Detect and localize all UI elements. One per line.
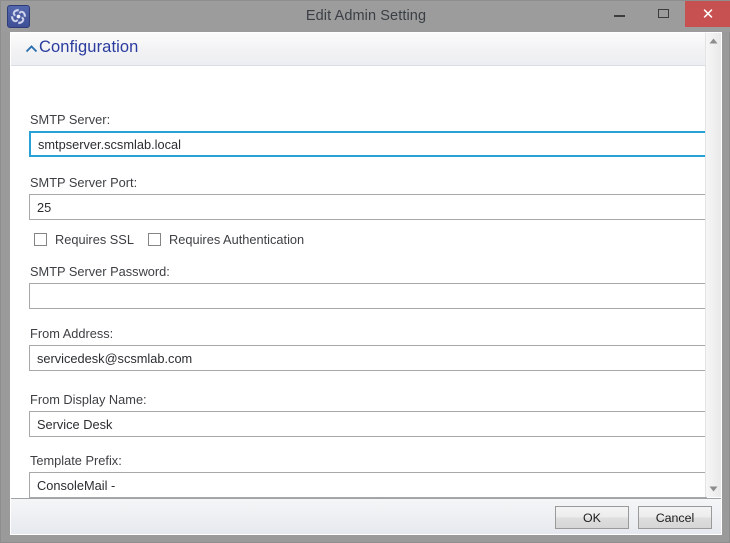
dialog-footer: OK Cancel [11,498,721,534]
minimize-icon [613,15,625,17]
label-smtp-server-port: SMTP Server Port: [30,175,138,190]
close-icon: ✕ [701,5,715,23]
requires-ssl-checkbox[interactable] [34,232,47,246]
smtp-server-password-input[interactable] [29,283,707,309]
title-bar: Edit Admin Setting ✕ [1,1,730,32]
label-template-prefix: Template Prefix: [30,453,122,468]
smtp-server-input[interactable] [29,131,707,157]
maximize-icon [657,9,669,18]
dialog-window: Edit Admin Setting ✕ Configuration SMTP … [0,0,730,543]
from-display-name-input[interactable] [29,411,707,437]
smtp-options-row: Requires SSL Requires Authentication [10,230,706,248]
chevron-up-icon [25,43,38,56]
minimize-button[interactable] [596,1,641,27]
settings-scroll-region: Configuration SMTP Server: SMTP Server P… [10,32,722,498]
requires-authentication-label: Requires Authentication [169,231,305,247]
maximize-button[interactable] [641,1,686,27]
requires-ssl-label: Requires SSL [55,231,134,247]
configuration-section-header[interactable]: Configuration [11,33,705,66]
label-from-address: From Address: [30,326,114,341]
template-prefix-input[interactable] [29,472,707,498]
close-button[interactable]: ✕ [685,1,730,27]
label-smtp-server-password: SMTP Server Password: [30,264,170,279]
requires-authentication-checkbox-item[interactable]: Requires Authentication [148,230,304,248]
cancel-button[interactable]: Cancel [638,506,712,529]
requires-ssl-checkbox-item[interactable]: Requires SSL [34,230,134,248]
ok-button[interactable]: OK [555,506,629,529]
label-from-display-name: From Display Name: [30,392,147,407]
smtp-server-port-input[interactable] [29,194,707,220]
requires-authentication-checkbox[interactable] [148,232,161,246]
label-smtp-server: SMTP Server: [30,112,111,127]
section-title: Configuration [39,38,139,56]
scroll-up-icon [709,38,718,44]
from-address-input[interactable] [29,345,707,371]
dialog-client-area: Configuration SMTP Server: SMTP Server P… [9,32,723,536]
scroll-up-button[interactable] [706,33,721,49]
vertical-scrollbar[interactable] [705,33,721,497]
scroll-down-button[interactable] [706,481,721,497]
scroll-down-icon [709,486,718,492]
